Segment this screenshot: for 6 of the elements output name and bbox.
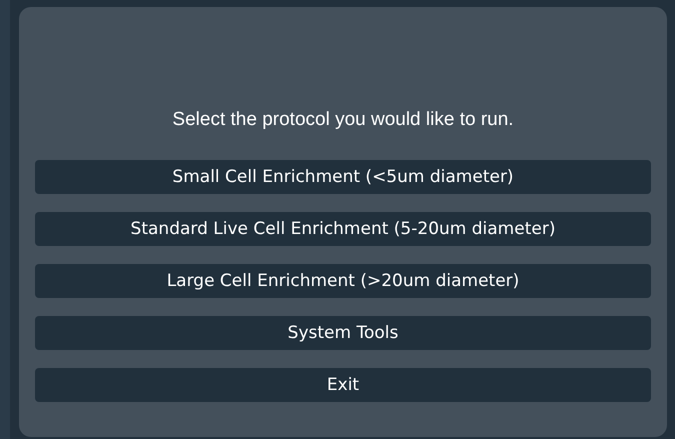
protocol-button[interactable]: System Tools bbox=[35, 316, 651, 350]
protocol-button[interactable]: Large Cell Enrichment (>20um diameter) bbox=[35, 264, 651, 298]
protocol-button[interactable]: Standard Live Cell Enrichment (5-20um diameter) bbox=[35, 212, 651, 246]
protocol-button[interactable]: Exit bbox=[35, 368, 651, 402]
prompt-text: Select the protocol you would like to run. bbox=[171, 108, 515, 132]
protocol-button[interactable]: Small Cell Enrichment (<5um diameter) bbox=[35, 160, 651, 194]
